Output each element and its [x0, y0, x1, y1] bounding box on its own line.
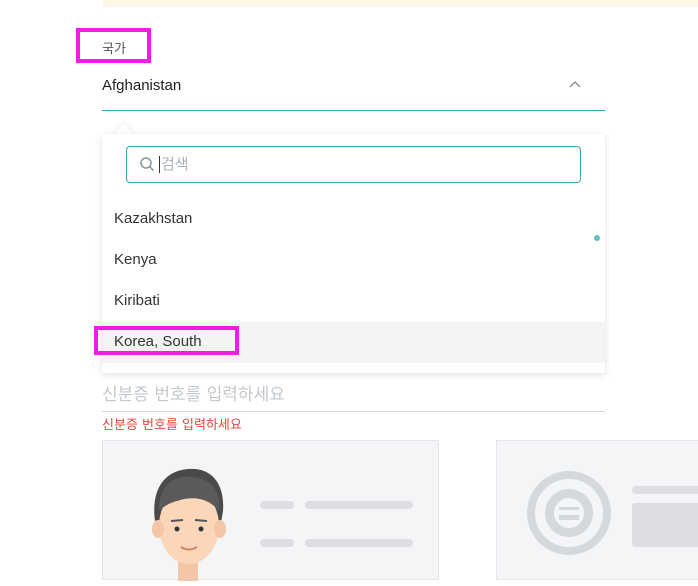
annotation-box-label: [76, 28, 151, 63]
search-input[interactable]: [161, 152, 561, 176]
search-box[interactable]: [126, 146, 581, 183]
option-kiribati[interactable]: Kiribati: [102, 281, 605, 322]
notice-banner: [103, 0, 698, 7]
option-label: Kazakhstan: [114, 210, 193, 227]
id-number-placeholder: 신분증 번호를 입력하세요: [102, 385, 285, 405]
option-label: Kenya: [114, 251, 157, 268]
id-number-error: 신분증 번호를 입력하세요: [102, 418, 242, 433]
scrollbar-indicator[interactable]: [594, 235, 600, 241]
option-kenya[interactable]: Kenya: [102, 240, 605, 281]
option-kazakhstan[interactable]: Kazakhstan: [102, 199, 605, 240]
person-illustration-icon: [152, 468, 413, 581]
id-number-field[interactable]: 신분증 번호를 입력하세요: [102, 378, 605, 412]
selected-country-value: Afghanistan: [102, 77, 182, 94]
text-cursor: [159, 156, 160, 173]
annotation-box-korea: [94, 326, 239, 355]
id-card-option-emblem[interactable]: [496, 440, 698, 580]
id-card-option-person[interactable]: [102, 440, 439, 581]
option-label: Kiribati: [114, 292, 160, 309]
chevron-up-icon: [569, 81, 581, 88]
search-icon: [140, 157, 154, 171]
emblem-illustration-icon: [527, 471, 698, 555]
country-select[interactable]: Afghanistan: [102, 70, 605, 111]
